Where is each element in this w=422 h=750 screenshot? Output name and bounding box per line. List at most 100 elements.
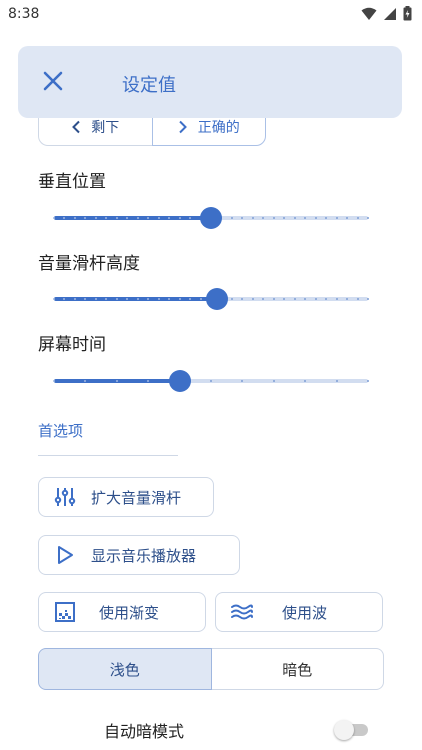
slider-tick	[53, 217, 55, 219]
show-music-player-label: 显示音乐播放器	[91, 546, 197, 565]
chevron-left-icon	[72, 120, 80, 134]
screen-time-slider[interactable]	[53, 369, 369, 393]
slider-tick	[251, 298, 254, 300]
switch-knob	[334, 720, 354, 740]
slider-tick	[84, 217, 87, 219]
slider-tick	[367, 298, 369, 300]
left-button-label: 剩下	[91, 120, 120, 136]
tune-icon	[54, 488, 76, 506]
slider-tick	[293, 298, 296, 300]
slider-tick	[304, 217, 307, 219]
auto-dark-mode-label: 自动暗模式	[104, 722, 185, 741]
slider-tick	[147, 217, 150, 219]
slider-tick	[105, 298, 108, 300]
light-theme-option[interactable]: 浅色	[38, 648, 212, 690]
slider-tick	[293, 217, 296, 219]
use-wave-label: 使用波	[282, 603, 328, 622]
slider-tick	[115, 217, 118, 219]
slider-tick	[262, 298, 265, 300]
slider-tick	[283, 298, 286, 300]
slider-tick	[272, 298, 275, 300]
slider-tick	[53, 298, 55, 300]
slider-tick	[314, 298, 317, 300]
slider-tick	[189, 298, 192, 300]
slider-tick	[314, 217, 317, 219]
slider-tick	[335, 380, 338, 382]
slider-tick	[115, 380, 118, 382]
slider-tick	[367, 380, 369, 382]
slider-ticks	[53, 380, 369, 382]
slider-tick	[73, 217, 76, 219]
vertical-position-label: 垂直位置	[38, 172, 106, 192]
slider-tick	[356, 217, 359, 219]
slider-tick	[63, 298, 66, 300]
gradient-icon	[55, 602, 75, 622]
slider-tick	[136, 298, 139, 300]
slider-tick	[325, 217, 328, 219]
slider-tick	[157, 217, 160, 219]
expand-volume-slider-label: 扩大音量滑杆	[91, 488, 182, 507]
slider-tick	[168, 298, 171, 300]
use-gradient-label: 使用渐变	[99, 603, 160, 622]
slider-tick	[346, 298, 349, 300]
wifi-icon	[361, 7, 377, 20]
use-wave-button[interactable]: 使用波	[215, 592, 383, 632]
theme-segment: 浅色 暗色	[38, 648, 384, 690]
slider-thumb[interactable]	[200, 207, 222, 229]
use-gradient-button[interactable]: 使用渐变	[38, 592, 206, 632]
show-music-player-button[interactable]: 显示音乐播放器	[38, 535, 240, 575]
status-icons	[361, 6, 412, 21]
volume-slider-height-label: 音量滑杆高度	[38, 254, 140, 274]
slider-tick	[94, 298, 97, 300]
battery-icon	[403, 6, 412, 21]
page-title: 设定值	[122, 75, 176, 96]
auto-dark-mode-switch[interactable]	[334, 719, 370, 740]
slider-tick	[115, 298, 118, 300]
preferences-title: 首选项	[38, 422, 84, 440]
slider-tick	[325, 298, 328, 300]
expand-volume-slider-button[interactable]: 扩大音量滑杆	[38, 477, 214, 517]
slider-tick	[283, 217, 286, 219]
slider-tick	[178, 298, 181, 300]
chevron-right-icon	[179, 120, 187, 134]
slider-tick	[335, 298, 338, 300]
slider-tick	[230, 217, 233, 219]
vertical-position-slider[interactable]	[53, 206, 369, 230]
signal-icon	[384, 7, 396, 20]
slider-tick	[210, 380, 212, 382]
slider-tick	[147, 380, 150, 382]
slider-tick	[272, 217, 275, 219]
slider-tick	[94, 217, 97, 219]
slider-tick	[304, 380, 307, 382]
section-divider	[38, 455, 178, 456]
slider-tick	[168, 217, 171, 219]
slider-thumb[interactable]	[168, 370, 191, 392]
slider-tick	[199, 298, 202, 300]
slider-tick	[272, 380, 275, 382]
slider-tick	[157, 298, 160, 300]
slider-tick	[189, 217, 192, 219]
slider-tick	[262, 217, 265, 219]
slider-tick	[73, 298, 76, 300]
close-icon[interactable]	[42, 70, 64, 92]
slider-tick	[230, 298, 233, 300]
play-icon	[58, 546, 73, 564]
volume-slider-height-slider[interactable]	[53, 287, 369, 311]
slider-tick	[84, 298, 87, 300]
settings-header: 设定值	[18, 46, 402, 118]
slider-tick	[241, 298, 244, 300]
slider-tick	[251, 217, 254, 219]
slider-thumb[interactable]	[206, 288, 229, 310]
slider-tick	[335, 217, 338, 219]
slider-tick	[105, 217, 108, 219]
slider-tick	[53, 380, 55, 382]
slider-tick	[178, 217, 181, 219]
wave-icon	[231, 604, 253, 620]
slider-tick	[346, 217, 349, 219]
slider-tick	[126, 298, 129, 300]
dark-theme-option[interactable]: 暗色	[211, 648, 384, 690]
slider-tick	[126, 217, 129, 219]
slider-tick	[241, 217, 244, 219]
slider-tick	[84, 380, 87, 382]
slider-tick	[241, 380, 244, 382]
